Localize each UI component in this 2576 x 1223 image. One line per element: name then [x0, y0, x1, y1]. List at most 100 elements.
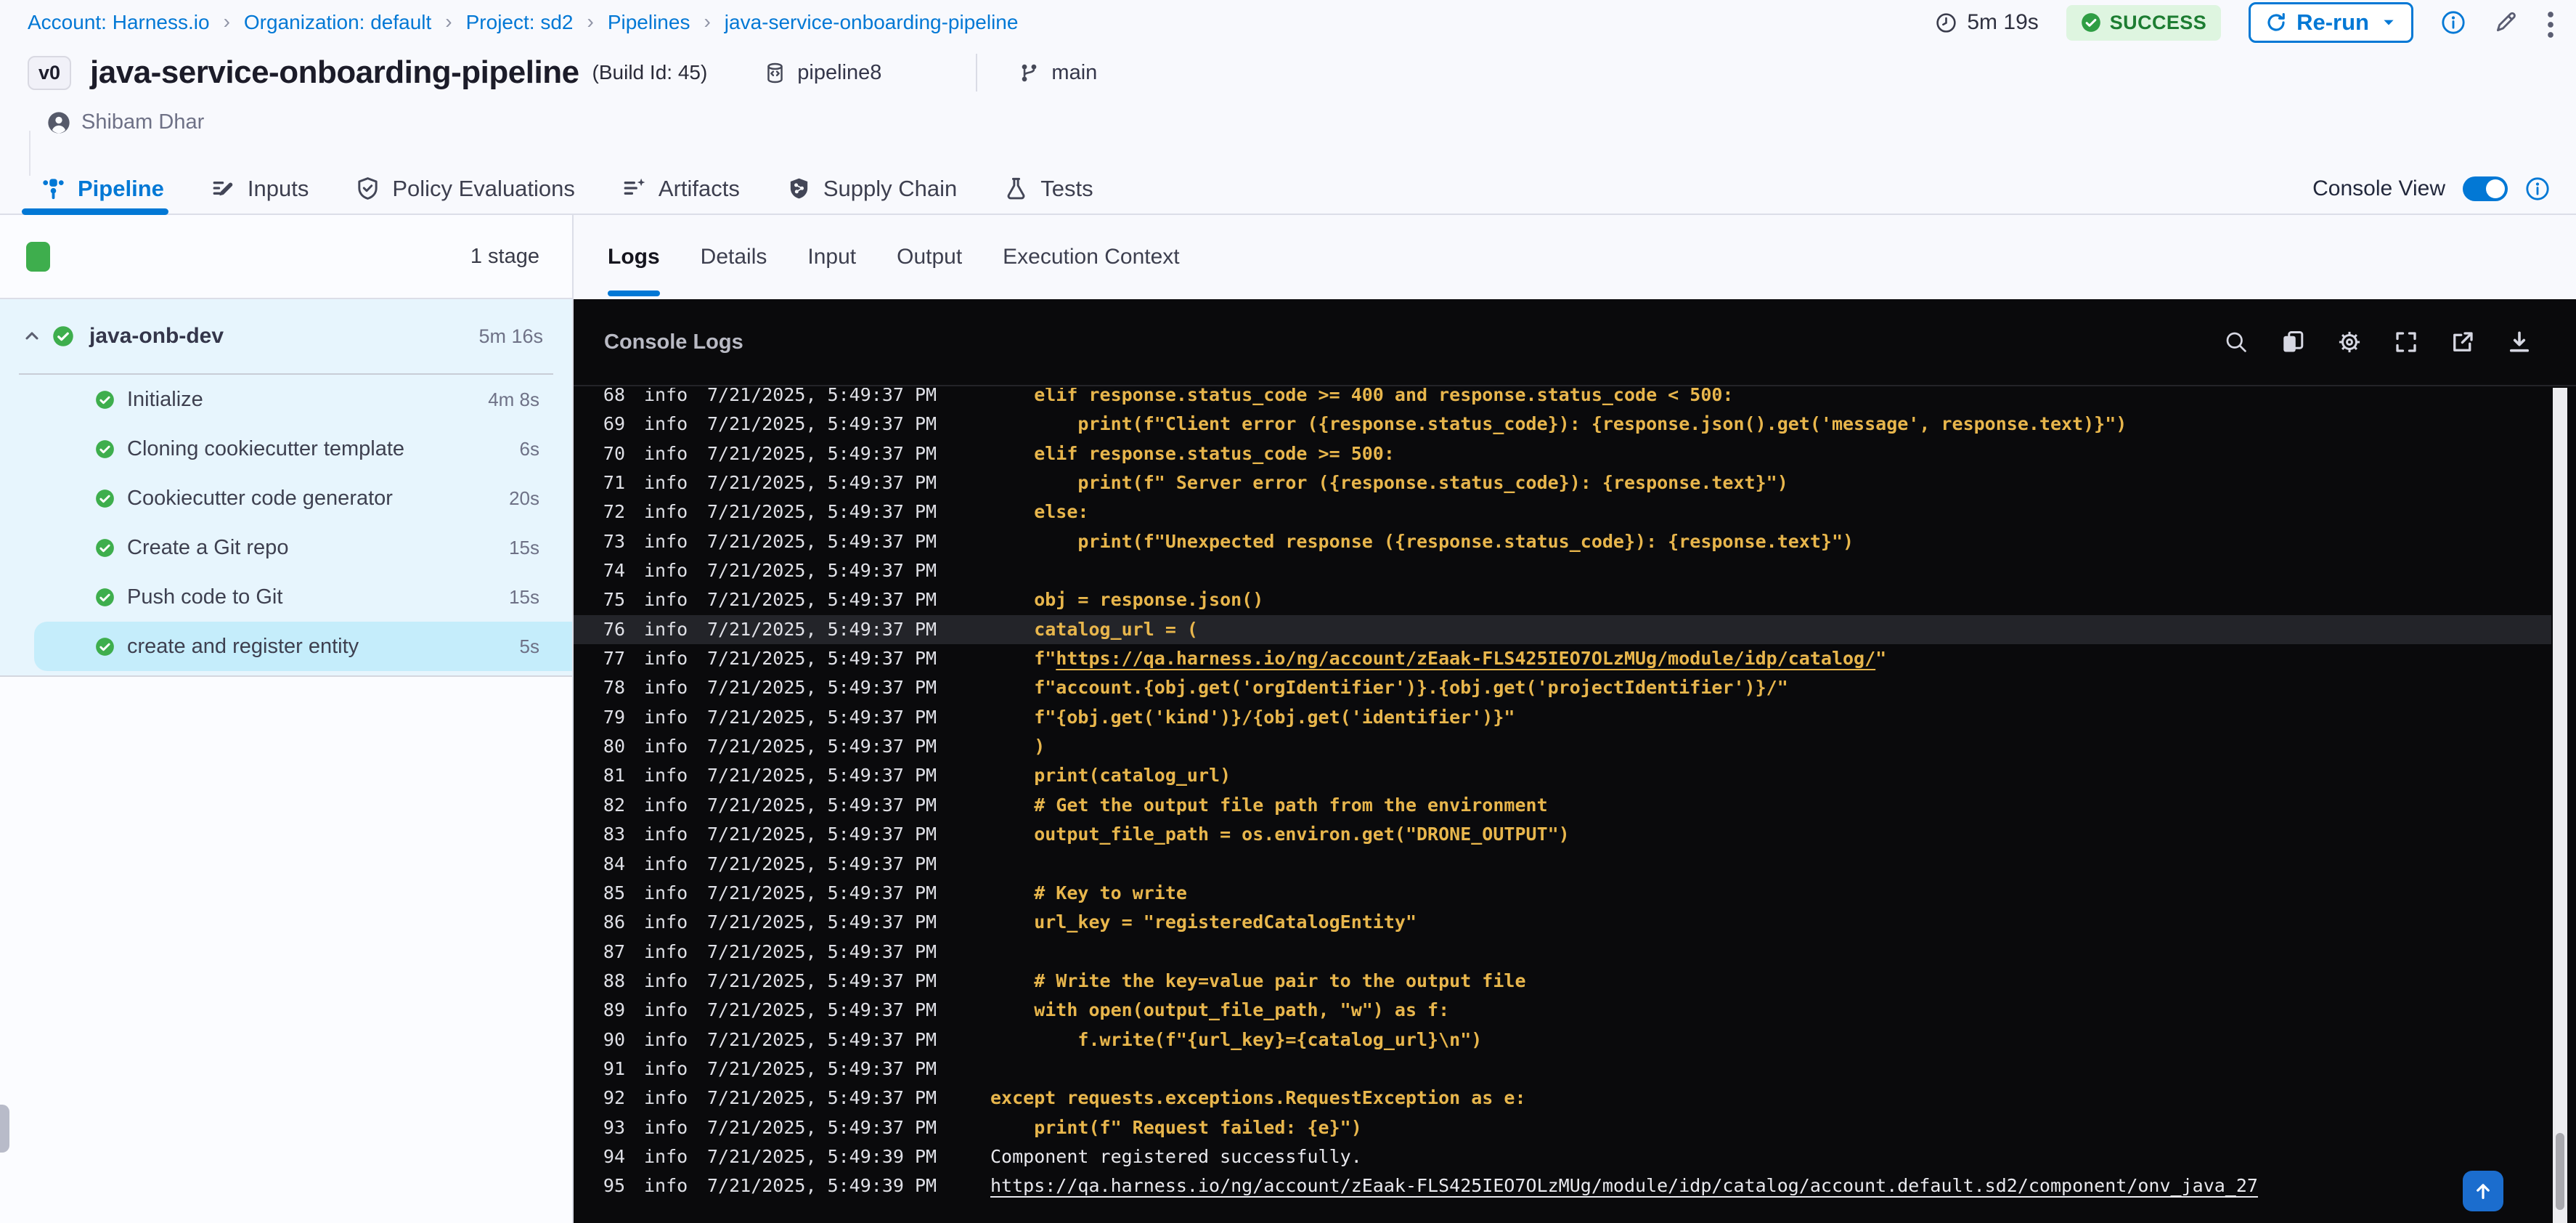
- stage-name: java-onb-dev: [89, 324, 224, 348]
- log-line: 82 info 7/21/2025, 5:49:37 PM # Get the ou…: [603, 794, 1548, 816]
- tab-logs[interactable]: Logs: [608, 215, 660, 299]
- pipeline-name: pipeline8: [797, 60, 882, 84]
- stage-count: 1 stage: [470, 244, 539, 268]
- tab-pipeline[interactable]: Pipeline: [22, 163, 168, 215]
- flask-icon: [1003, 176, 1029, 201]
- log-line: 84 info 7/21/2025, 5:49:37 PM: [603, 853, 937, 874]
- log-line: 81 info 7/21/2025, 5:49:37 PM print(catalo…: [603, 765, 1231, 787]
- rerun-label: Re-run: [2296, 9, 2369, 35]
- console-log-viewport[interactable]: 68 info 7/21/2025, 5:49:37 PM elif respons…: [574, 388, 2551, 1223]
- tab-output[interactable]: Output: [897, 215, 962, 299]
- stage-row-java-onb-dev[interactable]: java-onb-dev 5m 16s: [0, 299, 572, 373]
- log-line: 73 info 7/21/2025, 5:49:37 PM print(f"Unex…: [603, 530, 1854, 552]
- tab-inputs[interactable]: Inputs: [211, 163, 309, 214]
- breadcrumb-separator: ›: [587, 10, 594, 33]
- artifacts-icon: [621, 176, 647, 201]
- tab-label: Input: [807, 245, 857, 269]
- stage-duration: 5m 16s: [478, 325, 543, 347]
- console-view-info-icon[interactable]: [2525, 176, 2550, 201]
- tab-label: Supply Chain: [823, 175, 958, 201]
- step-cookiecutter-code-generator[interactable]: Cookiecutter code generator 20s: [0, 474, 572, 523]
- tab-policy-evaluations[interactable]: Policy Evaluations: [355, 163, 575, 214]
- step-push-code-to-git[interactable]: Push code to Git 15s: [0, 572, 572, 622]
- stage-status-square: [26, 241, 50, 272]
- step-name: Cookiecutter code generator: [127, 486, 393, 510]
- console-panel: Console Logs 68 info 7/21/2025, 5:49:37 PM: [574, 299, 2576, 1223]
- page-title: java-service-onboarding-pipeline: [90, 54, 579, 90]
- tab-label: Output: [897, 245, 963, 269]
- user-avatar-icon: [47, 111, 70, 134]
- tab-label: Inputs: [247, 175, 309, 201]
- tab-details[interactable]: Details: [701, 215, 767, 299]
- log-line: 80 info 7/21/2025, 5:49:37 PM ): [603, 736, 1046, 757]
- scrollbar-thumb[interactable]: [2556, 1133, 2564, 1210]
- log-line: 71 info 7/21/2025, 5:49:37 PM print(f" Ser…: [603, 472, 1788, 494]
- step-cloning-cookiecutter-template[interactable]: Cloning cookiecutter template 6s: [0, 424, 572, 474]
- duration-text: 5m 19s: [1967, 10, 2039, 34]
- step-duration: 6s: [519, 437, 539, 460]
- log-line: 89 info 7/21/2025, 5:49:37 PM with open(ou…: [603, 999, 1450, 1021]
- log-line: 86 info 7/21/2025, 5:49:37 PM url_key = "r…: [603, 911, 1417, 933]
- log-link[interactable]: https://qa.harness.io/ng/account/zEaak-F…: [990, 1175, 2258, 1196]
- chevron-up-icon[interactable]: [22, 326, 42, 346]
- scroll-to-top-button[interactable]: [2463, 1171, 2503, 1211]
- tab-artifacts[interactable]: Artifacts: [621, 163, 740, 214]
- download-icon[interactable]: [2506, 329, 2532, 355]
- success-check-icon: [95, 489, 115, 508]
- success-check-icon: [95, 439, 115, 459]
- log-line: 92 info 7/21/2025, 5:49:37 PM except reques…: [603, 1087, 1526, 1109]
- kebab-menu-icon[interactable]: [2546, 9, 2556, 38]
- step-create-and-register-entity[interactable]: create and register entity 5s: [34, 622, 572, 671]
- breadcrumb-project[interactable]: Project: sd2: [466, 11, 574, 34]
- execution-duration: 5m 19s: [1935, 10, 2039, 35]
- log-line: 77 info 7/21/2025, 5:49:37 PM f"https://qa…: [603, 648, 1887, 670]
- author-name: Shibam Dhar: [81, 110, 205, 134]
- step-create-a-git-repo[interactable]: Create a Git repo 15s: [0, 523, 572, 572]
- main-tabs: Pipeline Inputs Policy Evaluations Artif…: [0, 163, 2576, 215]
- active-tab-underline: [608, 290, 660, 296]
- log-line: 75 info 7/21/2025, 5:49:37 PM obj = respon…: [603, 589, 1264, 611]
- log-line: 74 info 7/21/2025, 5:49:37 PM: [603, 560, 937, 582]
- search-icon[interactable]: [2223, 329, 2249, 355]
- pencil-icon[interactable]: [2493, 10, 2518, 35]
- success-check-icon: [52, 325, 74, 347]
- rerun-button[interactable]: Re-run: [2249, 2, 2413, 43]
- pipeline-ref[interactable]: pipeline8: [764, 61, 881, 85]
- breadcrumb-organization[interactable]: Organization: default: [244, 11, 431, 34]
- branch-ref[interactable]: main: [1018, 61, 1097, 85]
- fullscreen-icon[interactable]: [2393, 329, 2419, 355]
- left-edge-handle[interactable]: [0, 1105, 9, 1153]
- supply-chain-icon: [786, 176, 812, 201]
- repository-icon: [764, 62, 786, 84]
- breadcrumb-pipelines[interactable]: Pipelines: [608, 11, 690, 34]
- log-line: 70 info 7/21/2025, 5:49:37 PM elif respons…: [603, 442, 1395, 464]
- log-line: 83 info 7/21/2025, 5:49:37 PM output_file_…: [603, 824, 1570, 845]
- success-check-icon: [95, 637, 115, 657]
- git-branch-icon: [1018, 62, 1040, 84]
- step-duration: 15s: [509, 536, 539, 558]
- step-initialize[interactable]: Initialize 4m 8s: [0, 375, 572, 424]
- shield-check-icon: [355, 176, 380, 201]
- tab-execution-context[interactable]: Execution Context: [1003, 215, 1179, 299]
- log-line: 94 info 7/21/2025, 5:49:39 PM Component reg…: [603, 1145, 1362, 1167]
- tab-tests[interactable]: Tests: [1003, 163, 1093, 214]
- log-link[interactable]: https://qa.harness.io/ng/account/zEaak-F…: [1056, 648, 1875, 669]
- success-check-icon: [95, 588, 115, 607]
- open-in-new-icon[interactable]: [2450, 329, 2476, 355]
- tab-label: Details: [700, 245, 767, 269]
- copy-icon[interactable]: [2280, 329, 2306, 355]
- info-icon[interactable]: [2441, 10, 2466, 35]
- console-scrollbar[interactable]: [2553, 388, 2567, 1223]
- gear-icon[interactable]: [2336, 329, 2363, 355]
- tab-supply-chain[interactable]: Supply Chain: [786, 163, 957, 214]
- console-title: Console Logs: [604, 330, 743, 354]
- log-line: 79 info 7/21/2025, 5:49:37 PM f"{obj.get('…: [603, 706, 1515, 728]
- breadcrumb-current-pipeline[interactable]: java-service-onboarding-pipeline: [725, 11, 1019, 34]
- step-name: create and register entity: [127, 634, 359, 658]
- breadcrumb-account[interactable]: Account: Harness.io: [28, 11, 210, 34]
- step-detail-tabs: Logs Details Input Output Execution Cont…: [574, 215, 2576, 299]
- tab-input[interactable]: Input: [807, 215, 856, 299]
- build-id: (Build Id: 45): [592, 61, 708, 84]
- console-view-toggle[interactable]: [2463, 176, 2508, 201]
- log-line: 85 info 7/21/2025, 5:49:37 PM # Key to wri…: [603, 882, 1187, 903]
